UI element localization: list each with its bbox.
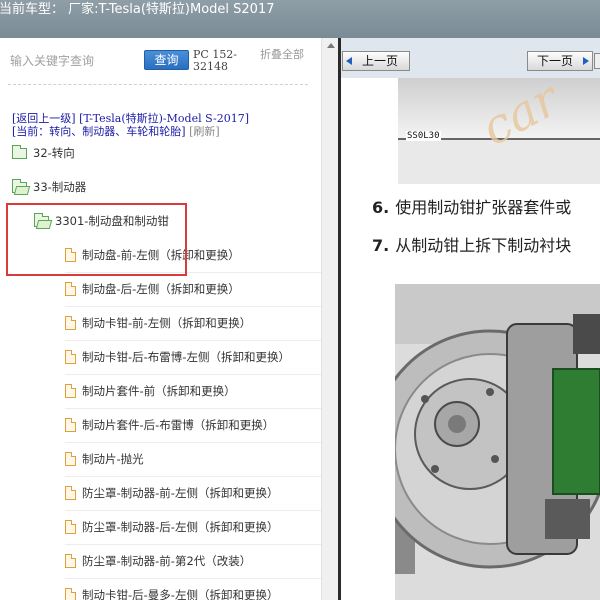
folder-open-icon: [12, 178, 27, 193]
manual-step: 6. 使用制动钳扩张器套件或: [372, 194, 571, 218]
document-label: 制动片套件-后-布雷博（拆卸和更换）: [82, 418, 275, 432]
folder-label: 33-制动器: [33, 180, 87, 194]
current-model-title: 当前车型： 厂家:T-Tesla(特斯拉)Model S2017: [0, 2, 275, 17]
document-label: 防尘罩-制动器-前-第2代（改装）: [82, 554, 252, 568]
brake-assembly-photo: [395, 284, 600, 600]
folder-icon: [12, 144, 27, 159]
step-text: 从制动钳上拆下制动衬块: [395, 236, 572, 255]
manual-step: 7. 从制动钳上拆下制动衬块: [372, 232, 571, 256]
document-icon: [65, 554, 76, 568]
photo-figure-label: SS0L30: [406, 131, 441, 141]
step-text: 使用制动钳扩张器套件或: [395, 198, 572, 217]
tree-document[interactable]: 制动片-抛光: [65, 442, 321, 477]
document-label: 制动盘-后-左侧（拆卸和更换）: [82, 282, 240, 296]
brake-assembly-illustration: [395, 284, 600, 600]
highlight-annotation: [6, 203, 187, 276]
tree-document[interactable]: 防尘罩-制动器-前-左侧（拆卸和更换）: [65, 476, 321, 511]
document-label: 制动片套件-前（拆卸和更换）: [82, 384, 236, 398]
tree-folder-33-brakes[interactable]: 33-制动器: [12, 170, 86, 204]
tree-document[interactable]: 制动片套件-前（拆卸和更换）: [65, 374, 321, 409]
tree-document[interactable]: 防尘罩-制动器-前-第2代（改装）: [65, 544, 321, 579]
document-label: 制动卡钳-后-布雷博-左侧（拆卸和更换）: [82, 350, 290, 364]
folder-label: 32-转向: [33, 146, 75, 160]
refresh-link[interactable]: [刷新]: [189, 125, 220, 138]
arrow-right-icon: [583, 57, 589, 65]
tree-document[interactable]: 制动卡钳-后-布雷博-左侧（拆卸和更换）: [65, 340, 321, 375]
fold-all-button[interactable]: 折叠全部: [260, 49, 305, 61]
tree-document[interactable]: 制动卡钳-后-曼多-左侧（拆卸和更换）: [65, 578, 321, 600]
document-viewer: 上一页 下一页 SS0L30 car 6. 使用制动钳扩张器套件或 7. 从制动钳上…: [341, 38, 600, 600]
search-input[interactable]: [8, 50, 136, 72]
back-link[interactable]: [返回上一级]: [12, 112, 76, 125]
pager-bar: 上一页 下一页: [341, 38, 600, 78]
document-icon: [65, 418, 76, 432]
document-icon: [65, 316, 76, 330]
prev-page-button[interactable]: 上一页: [342, 51, 410, 71]
breadcrumb: [返回上一级] [T-Tesla(特斯拉)-Model S-2017] [当前：…: [12, 112, 249, 138]
step-number: 7.: [372, 236, 390, 255]
scroll-up-arrow-icon[interactable]: [322, 40, 339, 52]
document-code: PC 152-32148: [193, 48, 238, 73]
document-icon: [65, 282, 76, 296]
toolbar-overflow-button[interactable]: [594, 53, 600, 69]
document-icon: [65, 350, 76, 364]
divider: [8, 84, 308, 85]
document-label: 制动片-抛光: [82, 452, 144, 466]
document-icon: [65, 486, 76, 500]
tree-document[interactable]: 防尘罩-制动器-后-左侧（拆卸和更换）: [65, 510, 321, 545]
search-button[interactable]: 查询: [144, 50, 189, 70]
document-label: 制动卡钳-前-左侧（拆卸和更换）: [82, 316, 252, 330]
tree-document[interactable]: 制动盘-后-左侧（拆卸和更换）: [65, 272, 321, 307]
model-crumb: [T-Tesla(特斯拉)-Model S-2017]: [79, 112, 250, 125]
title-bar: 当前车型： 厂家:T-Tesla(特斯拉)Model S2017: [0, 0, 600, 38]
tree-document[interactable]: 制动片套件-后-布雷博（拆卸和更换）: [65, 408, 321, 443]
vertical-scrollbar[interactable]: [321, 38, 339, 600]
catalog-panel: 查询 PC 152-32148 折叠全部 [返回上一级] [T-Tesla(特斯…: [0, 38, 321, 600]
document-label: 防尘罩-制动器-后-左侧（拆卸和更换）: [82, 520, 279, 534]
arrow-left-icon: [346, 57, 352, 65]
document-icon: [65, 384, 76, 398]
document-label: 制动卡钳-后-曼多-左侧（拆卸和更换）: [82, 588, 279, 600]
tree-document[interactable]: 制动卡钳-前-左侧（拆卸和更换）: [65, 306, 321, 341]
next-page-button[interactable]: 下一页: [527, 51, 593, 71]
next-page-label: 下一页: [536, 54, 573, 68]
document-label: 防尘罩-制动器-前-左侧（拆卸和更换）: [82, 486, 279, 500]
document-icon: [65, 520, 76, 534]
tree-folder-32-steering[interactable]: 32-转向: [12, 136, 75, 170]
document-icon: [65, 452, 76, 466]
document-icon: [65, 588, 76, 600]
prev-page-label: 上一页: [361, 54, 398, 68]
step-number: 6.: [372, 198, 390, 217]
